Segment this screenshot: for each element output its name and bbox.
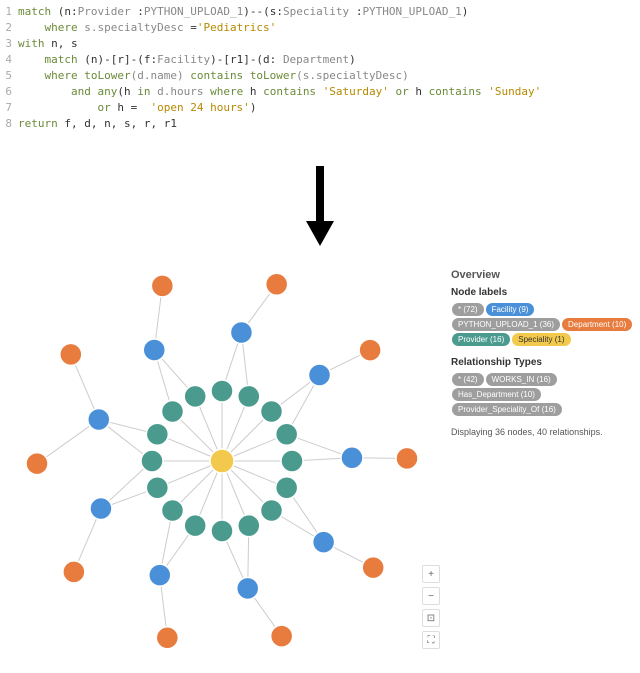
line-number: 8 (0, 116, 18, 132)
cypher-query-code: 1match (n:Provider :PYTHON_UPLOAD_1)--(s… (0, 0, 640, 136)
code-line: 2 where s.specialtyDesc ='Pediatrics' (0, 20, 640, 36)
provider-node[interactable] (162, 401, 184, 423)
line-number: 4 (0, 52, 18, 68)
label-pill[interactable]: * (42) (452, 373, 484, 386)
department-node[interactable] (362, 557, 384, 579)
line-number: 7 (0, 100, 18, 116)
label-pill[interactable]: Has_Department (10) (452, 388, 541, 401)
label-pill[interactable]: Provider_Speciality_Of (16) (452, 403, 562, 416)
facility-node[interactable] (149, 564, 171, 586)
provider-node[interactable] (184, 385, 206, 407)
fullscreen-button[interactable]: ⛶ (422, 631, 440, 649)
provider-node[interactable] (146, 477, 168, 499)
facility-node[interactable] (88, 409, 110, 431)
zoom-fit-button[interactable]: ⊡ (422, 609, 440, 627)
provider-node[interactable] (146, 423, 168, 445)
provider-node[interactable] (238, 385, 260, 407)
department-node[interactable] (266, 273, 288, 295)
provider-node[interactable] (281, 450, 303, 472)
provider-node[interactable] (260, 499, 282, 521)
code-content: where toLower(d.name) contains toLower(s… (18, 68, 409, 84)
facility-node[interactable] (237, 577, 259, 599)
department-node[interactable] (26, 453, 48, 475)
provider-node[interactable] (211, 520, 233, 542)
department-node[interactable] (396, 447, 418, 469)
overview-sidebar: Overview Node labels * (72)Facility (9) P… (445, 261, 640, 661)
node-labels-list: * (72)Facility (9) PYTHON_UPLOAD_1 (36)De… (451, 302, 634, 347)
code-content: match (n:Provider :PYTHON_UPLOAD_1)--(s:… (18, 4, 468, 20)
provider-node[interactable] (141, 450, 163, 472)
label-pill[interactable]: Provider (16) (452, 333, 510, 346)
zoom-in-button[interactable]: + (422, 565, 440, 583)
graph-result-panel: Overview Node labels * (72)Facility (9) P… (0, 261, 640, 661)
display-stats: Displaying 36 nodes, 40 relationships. (451, 427, 634, 437)
department-node[interactable] (271, 625, 293, 647)
code-line: 8return f, d, n, s, r, r1 (0, 116, 640, 132)
provider-node[interactable] (211, 380, 233, 402)
overview-title: Overview (451, 269, 634, 281)
fullscreen-icon: ⛶ (428, 635, 435, 646)
line-number: 1 (0, 4, 18, 20)
facility-node[interactable] (143, 339, 165, 361)
department-node[interactable] (63, 561, 85, 583)
department-node[interactable] (359, 339, 381, 361)
line-number: 3 (0, 36, 18, 52)
zoom-in-icon: + (428, 569, 434, 580)
code-line: 1match (n:Provider :PYTHON_UPLOAD_1)--(s… (0, 4, 640, 20)
label-pill[interactable]: Speciality (1) (512, 333, 570, 346)
zoom-out-icon: − (428, 591, 434, 602)
provider-node[interactable] (184, 515, 206, 537)
label-pill[interactable]: * (72) (452, 303, 484, 316)
facility-node[interactable] (309, 364, 331, 386)
graph-canvas[interactable] (0, 261, 445, 661)
label-pill[interactable]: PYTHON_UPLOAD_1 (36) (452, 318, 560, 331)
label-pill[interactable]: Department (10) (562, 318, 632, 331)
code-line: 7 or h = 'open 24 hours') (0, 100, 640, 116)
speciality-node[interactable] (210, 449, 234, 473)
code-line: 5 where toLower(d.name) contains toLower… (0, 68, 640, 84)
code-content: return f, d, n, s, r, r1 (18, 116, 177, 132)
facility-node[interactable] (230, 321, 252, 343)
code-content: and any(h in d.hours where h contains 'S… (18, 84, 541, 100)
node-labels-title: Node labels (451, 287, 634, 298)
code-line: 4 match (n)-[r]-(f:Facility)-[r1]-(d: De… (0, 52, 640, 68)
code-line: 3with n, s (0, 36, 640, 52)
line-number: 2 (0, 20, 18, 36)
rel-types-title: Relationship Types (451, 357, 634, 368)
code-content: with n, s (18, 36, 78, 52)
label-pill[interactable]: Facility (9) (486, 303, 535, 316)
provider-node[interactable] (162, 499, 184, 521)
zoom-out-button[interactable]: − (422, 587, 440, 605)
department-node[interactable] (60, 343, 82, 365)
line-number: 5 (0, 68, 18, 84)
provider-node[interactable] (276, 423, 298, 445)
zoom-fit-icon: ⊡ (427, 613, 435, 624)
facility-node[interactable] (341, 447, 363, 469)
code-content: or h = 'open 24 hours') (18, 100, 256, 116)
rel-types-list: * (42)WORKS_IN (16) Has_Department (10) Pr… (451, 372, 634, 417)
line-number: 6 (0, 84, 18, 100)
code-content: match (n)-[r]-(f:Facility)-[r1]-(d: Depa… (18, 52, 356, 68)
facility-node[interactable] (313, 531, 335, 553)
department-node[interactable] (156, 627, 178, 649)
flow-arrow (0, 136, 640, 261)
provider-node[interactable] (260, 401, 282, 423)
provider-node[interactable] (276, 477, 298, 499)
label-pill[interactable]: WORKS_IN (16) (486, 373, 557, 386)
facility-node[interactable] (90, 497, 112, 519)
provider-node[interactable] (238, 515, 260, 537)
department-node[interactable] (151, 275, 173, 297)
code-content: where s.specialtyDesc ='Pediatrics' (18, 20, 276, 36)
zoom-controls: + − ⊡ ⛶ (422, 565, 440, 649)
code-line: 6 and any(h in d.hours where h contains … (0, 84, 640, 100)
